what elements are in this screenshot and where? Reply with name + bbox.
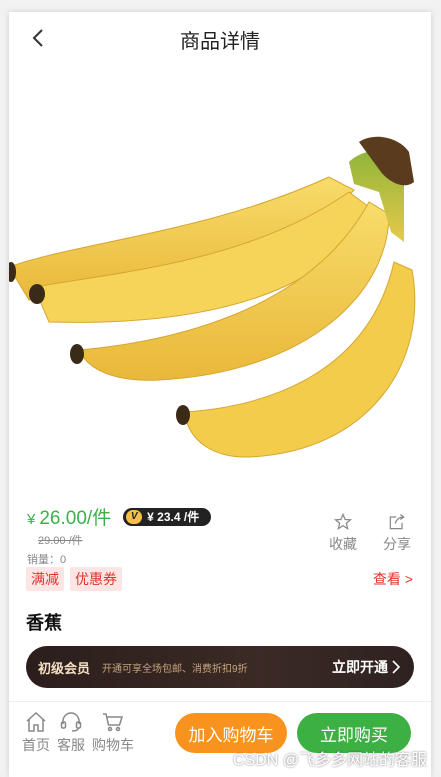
nav-home[interactable]: 首页 xyxy=(22,710,50,755)
share-label: 分享 xyxy=(383,536,411,552)
favorite-label: 收藏 xyxy=(329,536,357,552)
vip-open-button[interactable]: 立即开通 xyxy=(332,657,400,677)
price-block: ¥26.00/件 V ¥ 23.4 /件 29.00 /件 销量：0 xyxy=(27,503,212,567)
favorite-button[interactable]: 收藏 xyxy=(325,512,361,554)
nav-service-label: 客服 xyxy=(57,737,85,753)
nav-cart-label: 购物车 xyxy=(92,737,134,753)
nav-cart[interactable]: 购物车 xyxy=(92,710,134,755)
vip-level: 初级会员 xyxy=(38,660,91,676)
view-promos-link[interactable]: 查看 > xyxy=(373,569,413,589)
price-value: 26.00/件 xyxy=(39,508,112,529)
share-button[interactable]: 分享 xyxy=(379,512,415,554)
vip-price-tag: V ¥ 23.4 /件 xyxy=(123,507,212,526)
banana-image xyxy=(9,136,416,458)
cart-icon xyxy=(103,713,124,732)
app-screen: 商品详情 ¥ 26.00/件 V ¥ 23.4 /件 29.00 /件 销量：0… xyxy=(9,12,431,777)
product-name: 香蕉 xyxy=(26,613,62,633)
share-icon xyxy=(389,514,405,530)
home-icon xyxy=(26,711,46,732)
product-actions: 收藏 分享 xyxy=(325,512,415,554)
promo-tags: 满减 优惠券 xyxy=(26,567,122,591)
nav-service[interactable]: 客服 xyxy=(57,710,85,755)
vip-price: ¥ 23.4 /件 xyxy=(147,510,200,524)
star-icon xyxy=(333,512,353,531)
vip-open-label: 立即开通 xyxy=(332,659,388,675)
price: ¥26.00/件 xyxy=(27,503,111,530)
tag-coupon[interactable]: 优惠券 xyxy=(70,567,122,591)
vip-icon: V xyxy=(126,509,143,524)
chevron-right-icon xyxy=(392,660,400,674)
nav-home-label: 首页 xyxy=(22,737,50,753)
sales-count: 销量：0 xyxy=(27,554,67,566)
vip-banner[interactable]: 初级会员 开通可享全场包邮、消费折扣9折 立即开通 xyxy=(26,646,414,688)
original-price: 29.00 /件 xyxy=(38,535,83,547)
product-image xyxy=(9,122,431,482)
page-title: 商品详情 xyxy=(180,31,260,53)
watermark: CSDN @飞多多网站的客服 xyxy=(232,752,427,769)
currency-symbol: ¥ xyxy=(27,511,36,528)
headset-icon xyxy=(60,712,82,732)
tag-full-reduction[interactable]: 满减 xyxy=(26,567,64,591)
vip-description: 开通可享全场包邮、消费折扣9折 xyxy=(102,663,248,675)
top-bar: 商品详情 xyxy=(9,12,431,64)
